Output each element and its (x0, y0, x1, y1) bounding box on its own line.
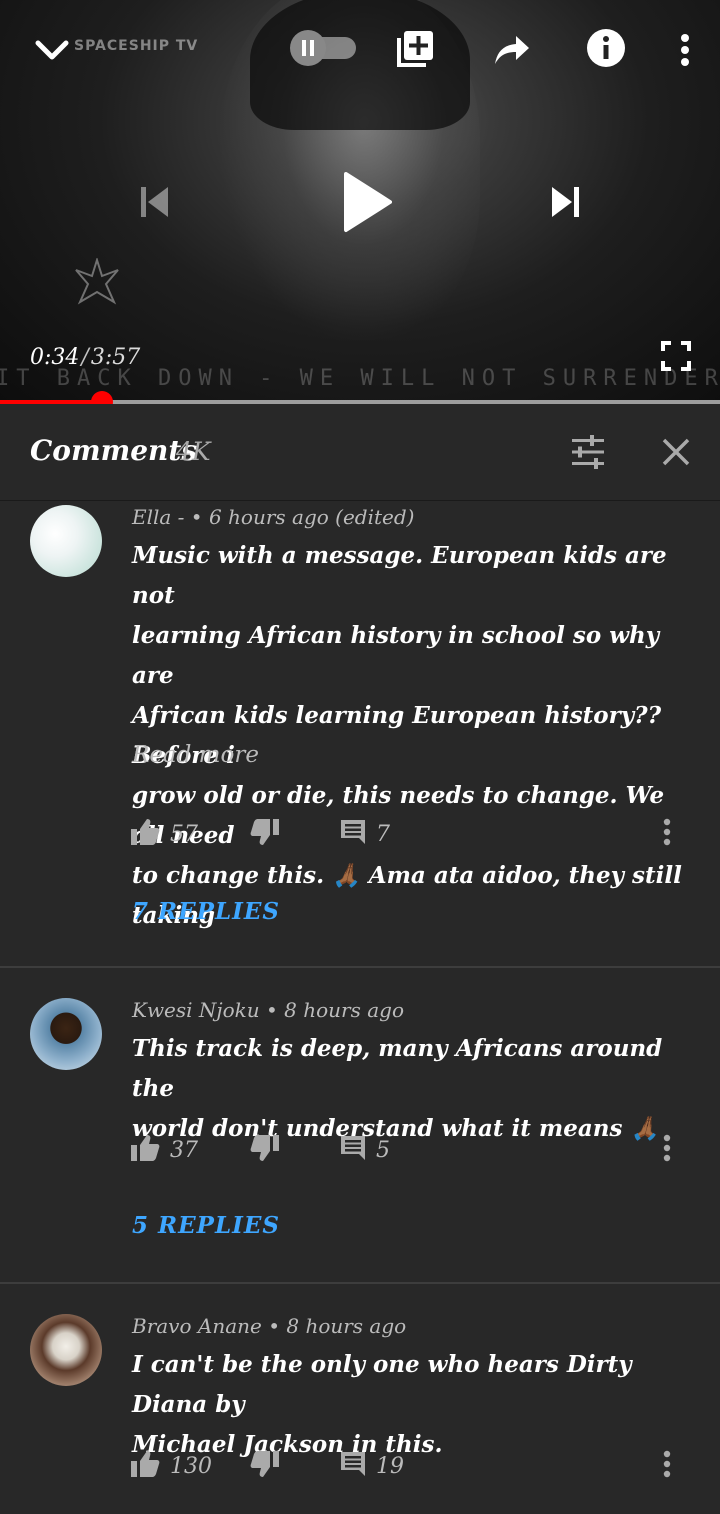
comment-more-icon[interactable] (662, 1450, 672, 1482)
comment-item: Bravo Anane • 8 hours ago I can't be the… (0, 1284, 720, 1514)
video-player[interactable]: SPACESHIP TV IT BACK DOWN - WE WILL NOT … (0, 0, 720, 400)
thumb-up-icon (130, 1134, 160, 1166)
avatar[interactable] (30, 505, 102, 577)
current-time: 0:34 (30, 345, 80, 370)
thumb-up-icon (130, 1450, 160, 1482)
reply-count: 5 (376, 1137, 390, 1163)
playlist-add-icon[interactable] (394, 26, 438, 70)
reply-button[interactable]: 7 (340, 814, 390, 854)
time-display: 0:34/3:57 (30, 345, 140, 370)
comment-actions: 57 7 (130, 814, 700, 854)
comment-time: 6 hours ago (208, 505, 329, 529)
comments-title: Comments (30, 434, 198, 467)
comment-meta: Kwesi Njoku • 8 hours ago (132, 998, 405, 1022)
comment-meta: Ella - • 6 hours ago (edited) (132, 505, 415, 529)
comment-item: Ella - • 6 hours ago (edited) Music with… (0, 500, 720, 968)
comment-time: 8 hours ago (284, 998, 405, 1022)
like-button[interactable]: 37 (130, 1130, 198, 1170)
share-icon[interactable] (490, 28, 534, 72)
comment-actions: 130 19 (130, 1446, 700, 1486)
skip-next-icon[interactable] (542, 178, 590, 226)
chevron-down-icon[interactable] (30, 28, 74, 72)
reply-count: 7 (376, 821, 390, 847)
comment-text-line: I can't be the only one who hears Dirty … (132, 1351, 632, 1418)
play-icon[interactable] (334, 170, 398, 234)
thumb-up-icon (130, 818, 160, 850)
avatar[interactable] (30, 998, 102, 1070)
duration: 3:57 (90, 345, 141, 370)
spaceship-logo-icon (72, 256, 122, 310)
dislike-button[interactable] (250, 1130, 280, 1170)
like-button[interactable]: 130 (130, 1446, 212, 1486)
comment-bubble-icon (340, 1135, 366, 1165)
channel-watermark: SPACESHIP TV (74, 38, 199, 54)
close-icon[interactable] (656, 432, 696, 472)
comment-text-line: learning African history in school so wh… (132, 622, 660, 689)
like-count: 130 (170, 1453, 212, 1479)
fullscreen-icon[interactable] (656, 336, 696, 376)
comments-list: Ella - • 6 hours ago (edited) Music with… (0, 500, 720, 1514)
comment-author[interactable]: Ella - (132, 505, 184, 529)
read-more-link[interactable]: Read more (132, 742, 259, 768)
comments-count: 4K (176, 437, 211, 466)
view-replies-link[interactable]: 5 REPLIES (132, 1212, 280, 1239)
info-icon[interactable] (584, 26, 628, 70)
reply-count: 19 (376, 1453, 404, 1479)
comments-header: Comments 4K (0, 404, 720, 501)
comment-meta: Bravo Anane • 8 hours ago (132, 1314, 407, 1338)
sort-sliders-icon[interactable] (566, 430, 610, 474)
reply-button[interactable]: 19 (340, 1446, 404, 1486)
comment-bubble-icon (340, 819, 366, 849)
skip-previous-icon[interactable] (130, 178, 178, 226)
comment-edited: (edited) (335, 505, 415, 529)
like-count: 57 (170, 821, 198, 847)
comment-more-icon[interactable] (662, 818, 672, 850)
comment-item: Kwesi Njoku • 8 hours ago This track is … (0, 968, 720, 1284)
comment-text-line: This track is deep, many Africans around… (132, 1035, 663, 1102)
thumb-down-icon (250, 1450, 280, 1482)
comment-author[interactable]: Kwesi Njoku (132, 998, 260, 1022)
time-separator: / (81, 345, 89, 370)
avatar[interactable] (30, 1314, 102, 1386)
comment-time: 8 hours ago (286, 1314, 407, 1338)
dislike-button[interactable] (250, 1446, 280, 1486)
thumb-down-icon (250, 1134, 280, 1166)
like-count: 37 (170, 1137, 198, 1163)
thumb-down-icon (250, 818, 280, 850)
autoplay-toggle[interactable] (290, 30, 356, 66)
reply-button[interactable]: 5 (340, 1130, 390, 1170)
comment-actions: 37 5 (130, 1130, 700, 1170)
comment-bubble-icon (340, 1451, 366, 1481)
more-vert-icon[interactable] (670, 28, 700, 72)
comment-text-line: Music with a message. European kids are … (132, 542, 667, 609)
pause-toggle-icon (290, 30, 326, 66)
comment-author[interactable]: Bravo Anane (132, 1314, 262, 1338)
comment-text: Music with a message. European kids are … (132, 536, 702, 936)
like-button[interactable]: 57 (130, 814, 198, 854)
dislike-button[interactable] (250, 814, 280, 854)
comment-more-icon[interactable] (662, 1134, 672, 1166)
view-replies-link[interactable]: 7 REPLIES (132, 898, 280, 925)
